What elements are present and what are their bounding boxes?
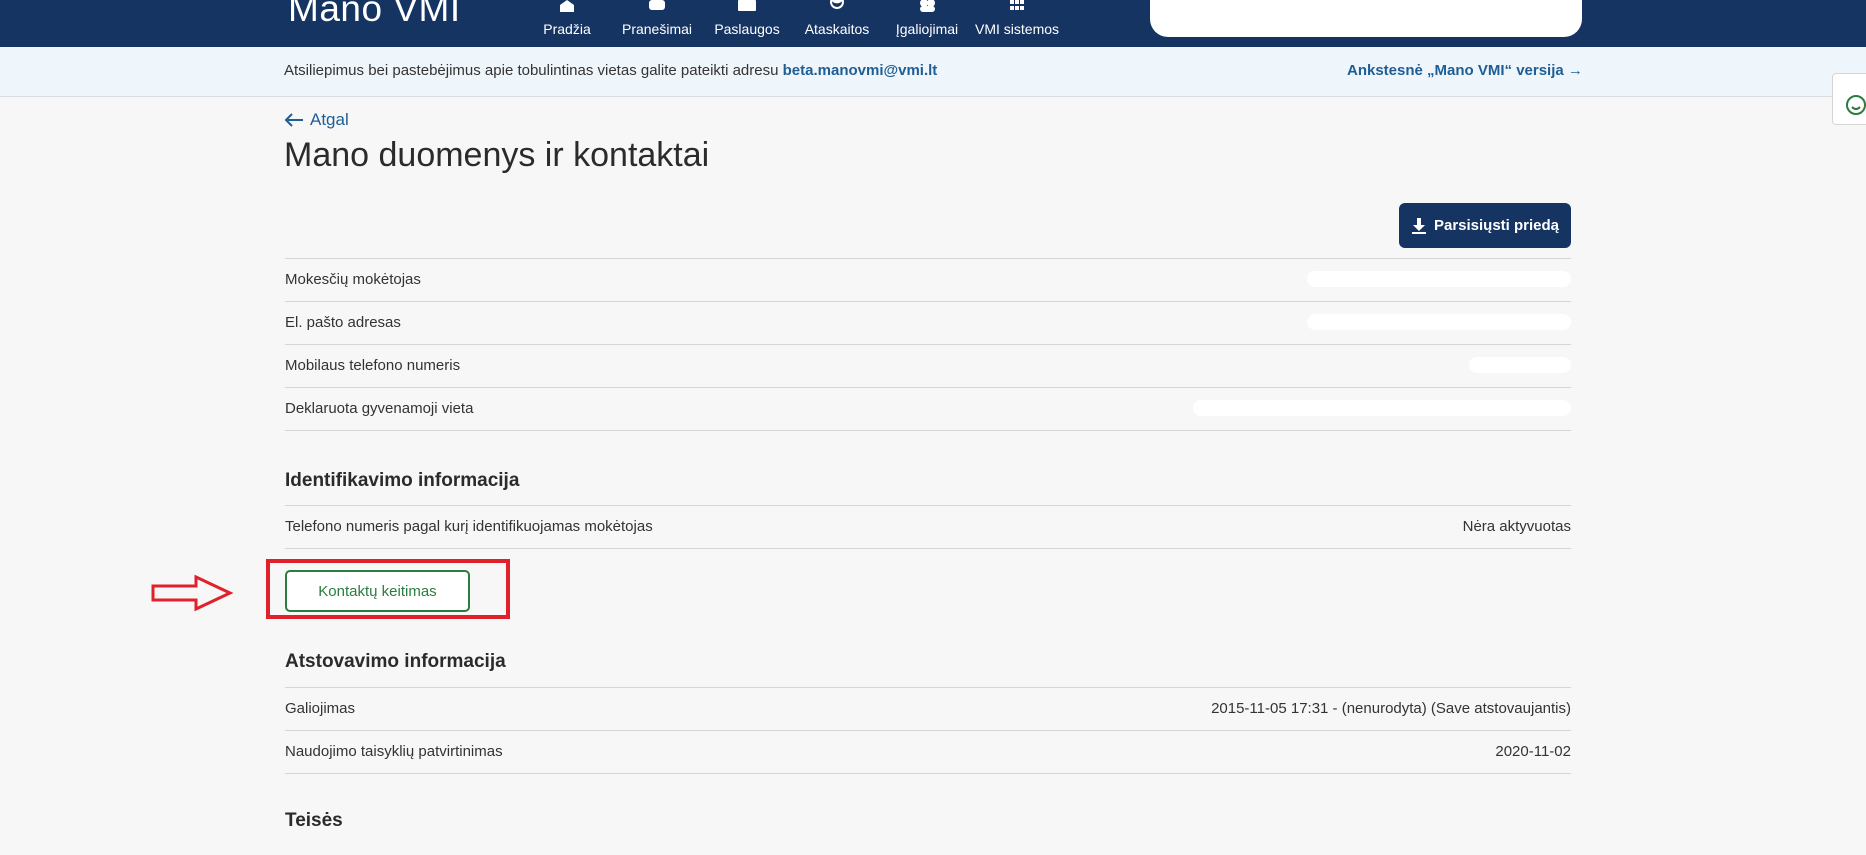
download-attachment-button[interactable]: Parsisiųsti priedą	[1399, 203, 1571, 248]
mail-icon	[738, 0, 756, 11]
row-label: Mobilaus telefono numeris	[285, 357, 461, 374]
nav-label: Pradžia	[543, 21, 591, 37]
support-icon	[1846, 95, 1866, 115]
site-logo[interactable]: Mano VMI	[288, 0, 461, 27]
home-icon	[560, 0, 574, 12]
redacted-value	[1307, 314, 1571, 330]
nav-item-pranesimai[interactable]: Pranešimai	[621, 0, 693, 47]
redacted-value	[1193, 400, 1571, 416]
data-row-email: El. pašto adresas	[285, 301, 1571, 344]
annotation-arrow-icon	[151, 574, 234, 612]
nav-label: VMI sistemos	[975, 21, 1060, 37]
arrow-left-icon	[284, 113, 303, 127]
feedback-email-link[interactable]: beta.manovmi@vmi.lt	[783, 62, 938, 79]
pie-chart-icon	[830, 0, 844, 9]
feedback-text: Atsiliepimus bei pastebėjimus apie tobul…	[284, 62, 779, 79]
back-label: Atgal	[310, 110, 349, 129]
row-value: 2020-11-02	[1495, 743, 1571, 760]
nav-item-igaliojimai[interactable]: Įgaliojimai	[896, 0, 958, 47]
nav-label: Pranešimai	[621, 21, 693, 37]
old-version-link[interactable]: Ankstesnė „Mano VMI“ versija →	[1347, 62, 1583, 79]
nav-item-pradzia[interactable]: Pradžia	[543, 0, 591, 47]
data-row-taxpayer: Mokesčių mokėtojas	[285, 258, 1571, 301]
nav-label: Ataskaitos	[804, 21, 870, 37]
download-icon	[1411, 217, 1426, 234]
download-label: Parsisiųsti priedą	[1433, 217, 1560, 234]
feedback-banner-text: Atsiliepimus bei pastebėjimus apie tobul…	[284, 62, 937, 79]
data-row-mobile: Mobilaus telefono numeris	[285, 344, 1571, 387]
nav-item-paslaugos[interactable]: Paslaugos	[714, 0, 780, 47]
page-title: Mano duomenys ir kontaktai	[284, 136, 710, 174]
feedback-side-tab[interactable]	[1832, 73, 1866, 125]
representation-section-title: Atstovavimo informacija	[285, 651, 506, 672]
redacted-value	[1307, 271, 1571, 287]
data-row-terms-confirmation: Naudojimo taisyklių patvirtinimas 2020-1…	[285, 730, 1571, 774]
nav-label: Paslaugos	[714, 21, 780, 37]
row-label: Telefono numeris pagal kurį identifikuoj…	[285, 518, 653, 535]
row-label: Galiojimas	[285, 700, 356, 717]
grid-icon	[1010, 0, 1024, 10]
nav-label: Įgaliojimai	[895, 21, 959, 37]
nav-item-ataskaitos[interactable]: Ataskaitos	[804, 0, 870, 47]
row-label: El. pašto adresas	[285, 314, 401, 331]
redacted-value	[1469, 357, 1571, 373]
data-row-identification-phone: Telefono numeris pagal kurį identifikuoj…	[285, 505, 1571, 549]
data-row-address: Deklaruota gyvenamoji vieta	[285, 387, 1571, 431]
back-link[interactable]: Atgal	[284, 110, 349, 130]
rights-section-title: Teisės	[285, 810, 343, 831]
messages-icon	[649, 0, 665, 10]
row-label: Mokesčių mokėtojas	[285, 271, 421, 288]
row-label: Deklaruota gyvenamoji vieta	[285, 400, 474, 417]
identification-section-title: Identifikavimo informacija	[285, 470, 520, 491]
row-value: 2015-11-05 17:31 - (nenurodyta) (Save at…	[1211, 700, 1571, 717]
change-contacts-button[interactable]: Kontaktų keitimas	[285, 570, 470, 612]
user-menu[interactable]	[1150, 0, 1582, 37]
row-label: Naudojimo taisyklių patvirtinimas	[285, 743, 503, 760]
row-value: Nėra aktyvuotas	[1462, 518, 1571, 535]
data-row-validity: Galiojimas 2015-11-05 17:31 - (nenurodyt…	[285, 687, 1571, 730]
nav-item-vmi-sistemos[interactable]: VMI sistemos	[975, 0, 1060, 47]
users-icon	[920, 0, 935, 12]
